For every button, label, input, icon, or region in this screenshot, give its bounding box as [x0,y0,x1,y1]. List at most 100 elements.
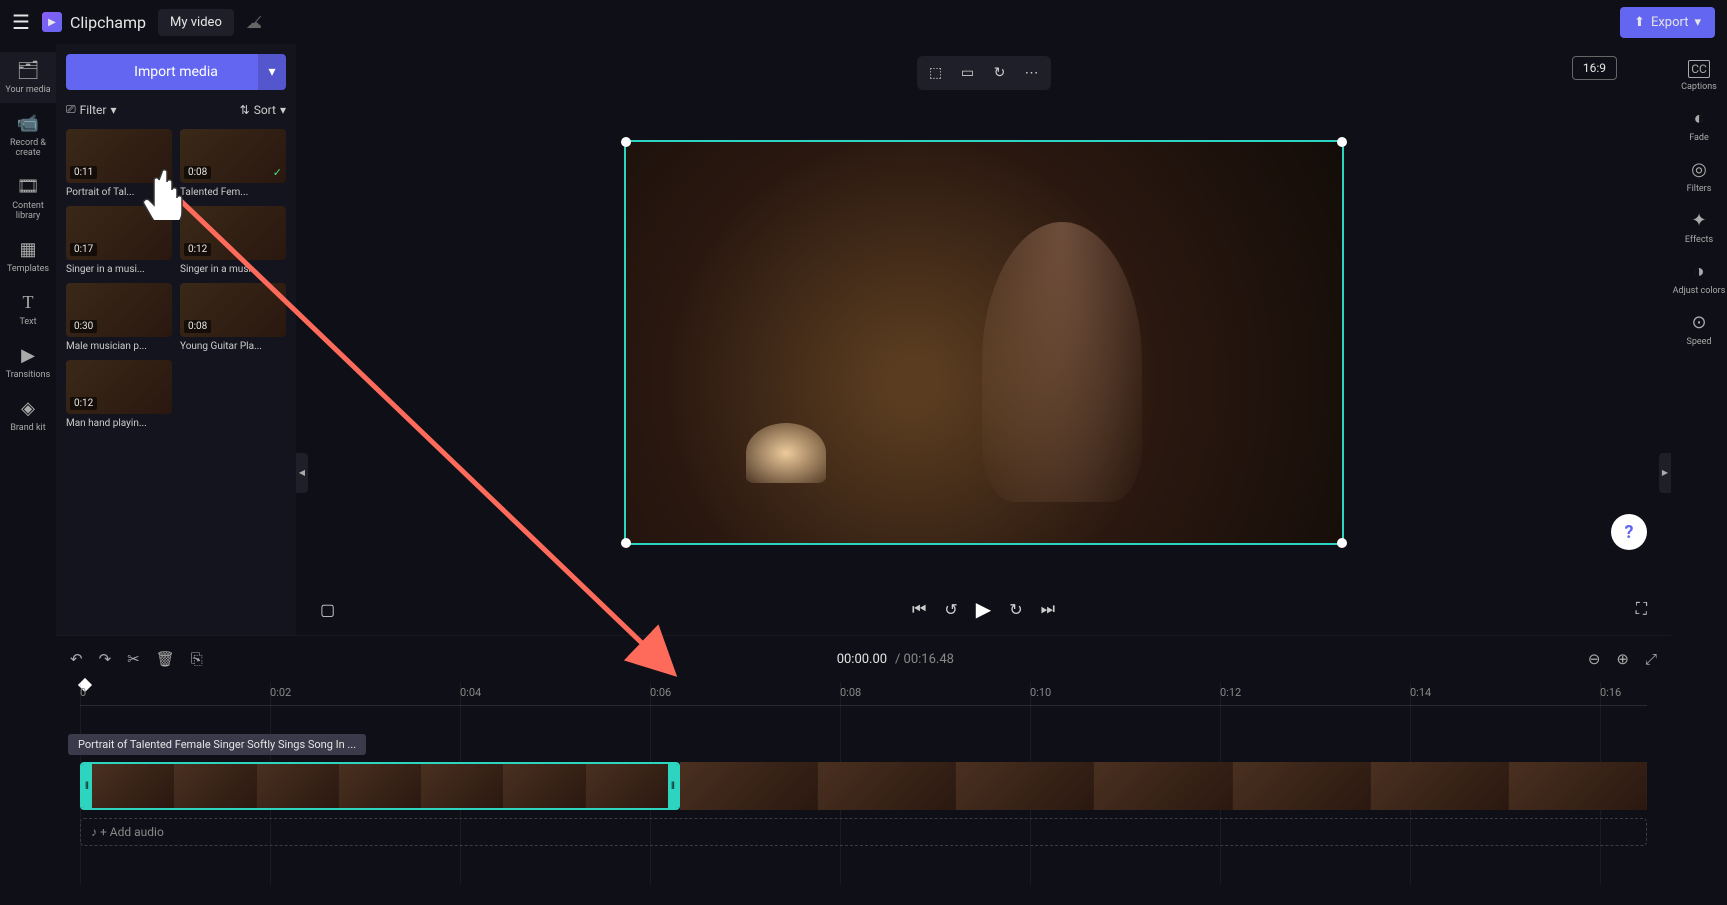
redo-button[interactable]: ↷ [99,650,112,668]
play-button[interactable]: ▶ [976,597,991,621]
help-button[interactable]: ? [1611,514,1647,550]
media-name-label: Male musician p... [66,341,172,352]
media-item[interactable]: 0:11Portrait of Tal... [66,129,172,198]
resize-handle-bl[interactable] [621,538,631,548]
video-title-input[interactable]: My video [158,9,234,36]
export-button[interactable]: ⬆ Export ▾ [1620,7,1715,38]
left-sidebar: 🗂 Your media 📹 Record & create 🎞 Content… [0,44,56,635]
sidebar-label: Content library [0,201,56,221]
undo-button[interactable]: ↶ [70,650,83,668]
filter-icon: ⎚ [66,102,76,117]
timeline-toolbar: ↶ ↷ ✂ 🗑 ⎘ 00:00.00 / 00:16.48 ⊖ ⊕ ⤢ [56,636,1671,682]
sidebar-item-your-media[interactable]: 🗂 Your media [0,52,56,103]
ruler-tick: 0:16 [1600,686,1621,699]
sidebar-label: Transitions [6,370,51,380]
clip-handle-left[interactable]: ‖ [82,764,92,808]
prev-frame-button[interactable]: ⏮ [912,599,926,619]
duplicate-button[interactable]: ⎘ [191,650,203,668]
media-duration: 0:08 [184,320,211,333]
timeline-ruler[interactable]: 00:020:040:060:080:100:120:140:16 [80,682,1647,706]
skip-forward-button[interactable]: ↻ [1009,600,1022,619]
sidebar-item-filters[interactable]: ◎ Filters [1671,151,1727,202]
ruler-tick: 0:14 [1410,686,1431,699]
speed-icon: ⊙ [1691,312,1706,333]
import-media-button[interactable]: Import media ▾ [66,54,286,90]
media-item[interactable]: 0:12Man hand playin... [66,360,172,429]
filter-label: Filter [80,103,107,117]
rotate-tool-button[interactable]: ↻ [985,60,1015,86]
delete-button[interactable]: 🗑 [156,650,175,668]
timeline-tracks[interactable]: Portrait of Talented Female Singer Softl… [56,706,1671,905]
ruler-tick: 0:02 [270,686,291,699]
sidebar-label: Text [19,317,36,327]
sidebar-item-captions[interactable]: CC Captions [1671,52,1727,100]
import-dropdown-button[interactable]: ▾ [258,54,286,90]
next-frame-button[interactable]: ⏭ [1041,599,1055,619]
export-label: Export [1651,15,1689,30]
media-panel: Import media ▾ ⎚ Filter ▾ ⇅ Sort ▾ 0:11P… [56,44,296,635]
filters-icon: ◎ [1691,159,1707,180]
media-item[interactable]: 0:08Young Guitar Pla... [180,283,286,352]
media-duration: 0:17 [70,243,97,256]
sidebar-label: Fade [1689,133,1709,143]
skip-back-button[interactable]: ↺ [944,600,957,619]
sidebar-item-content-library[interactable]: 🎞 Content library [0,168,56,229]
captions-icon: CC [1688,60,1710,78]
media-item[interactable]: 0:17Singer in a musi... [66,206,172,275]
media-duration: 0:12 [70,397,97,410]
fade-icon: ◐ [1694,108,1705,129]
media-duration: 0:11 [70,166,97,179]
fit-screen-icon[interactable]: ▢ [320,600,335,619]
zoom-fit-button[interactable]: ⤢ [1645,650,1657,668]
canvas-toolbar: ⬚ ▭ ↻ ⋯ 16:9 [296,44,1671,102]
ruler-tick: 0:12 [1220,686,1241,699]
sidebar-label: Captions [1681,82,1717,92]
fullscreen-button[interactable]: ⛶ [1636,599,1647,619]
chevron-down-icon: ▾ [110,103,116,117]
playback-controls: ▢ ⏮ ↺ ▶ ↻ ⏭ ⛶ [296,583,1671,635]
split-button[interactable]: ✂ [127,650,140,668]
sidebar-item-text[interactable]: T Text [0,284,56,335]
sidebar-item-effects[interactable]: ✦ Effects [1671,202,1727,253]
sidebar-item-templates[interactable]: ▦ Templates [0,231,56,282]
timeline-selected-clip[interactable]: ‖ ‖ [80,762,680,810]
sidebar-item-fade[interactable]: ◐ Fade [1671,100,1727,151]
clip-handle-right[interactable]: ‖ [668,764,678,808]
sidebar-item-brand-kit[interactable]: ◈ Brand kit [0,390,56,441]
sidebar-item-transitions[interactable]: ▶ Transitions [0,337,56,388]
fit-tool-button[interactable]: ▭ [953,60,983,86]
add-audio-button[interactable]: ♪ + Add audio [80,818,1647,846]
app-logo[interactable]: ▶ Clipchamp [42,12,146,32]
sidebar-item-record-create[interactable]: 📹 Record & create [0,105,56,166]
sidebar-label: Your media [5,85,50,95]
resize-handle-br[interactable] [1337,538,1347,548]
aspect-ratio-button[interactable]: 16:9 [1572,56,1617,80]
media-grid: 0:11Portrait of Tal...0:08✓Talented Fem.… [66,129,286,429]
media-item[interactable]: 0:12Singer in a musi... [180,206,286,275]
timeline-clip[interactable] [680,762,1647,810]
crop-tool-button[interactable]: ⬚ [921,60,951,86]
sort-button[interactable]: ⇅ Sort ▾ [240,102,286,117]
hamburger-menu-icon[interactable]: ☰ [12,10,30,34]
media-item[interactable]: 0:30 Male musician p... [66,283,172,352]
collapse-right-panel-button[interactable]: ▶ [1659,453,1671,493]
zoom-in-button[interactable]: ⊕ [1616,650,1629,668]
filter-button[interactable]: ⎚ Filter ▾ [66,102,116,117]
sidebar-label: Adjust colors [1673,286,1726,296]
media-duration: 0:30 [70,320,97,333]
filter-sort-row: ⎚ Filter ▾ ⇅ Sort ▾ [66,90,286,129]
resize-handle-tl[interactable] [621,137,631,147]
media-item[interactable]: 0:08✓Talented Fem... [180,129,286,198]
transitions-icon: ▶ [21,345,35,366]
sidebar-label: Effects [1685,235,1713,245]
brandkit-icon: ◈ [21,398,35,419]
sidebar-item-adjust-colors[interactable]: ◑ Adjust colors [1671,253,1727,304]
resize-handle-tr[interactable] [1337,137,1347,147]
sidebar-item-speed[interactable]: ⊙ Speed [1671,304,1727,355]
video-preview[interactable] [624,140,1344,545]
more-tools-button[interactable]: ⋯ [1017,60,1047,86]
zoom-out-button[interactable]: ⊖ [1588,650,1601,668]
app-header: ☰ ▶ Clipchamp My video ☁̸ ⬆ Export ▾ [0,0,1727,44]
media-name-label: Talented Fem... [180,187,286,198]
sync-off-icon[interactable]: ☁̸ [246,13,262,32]
